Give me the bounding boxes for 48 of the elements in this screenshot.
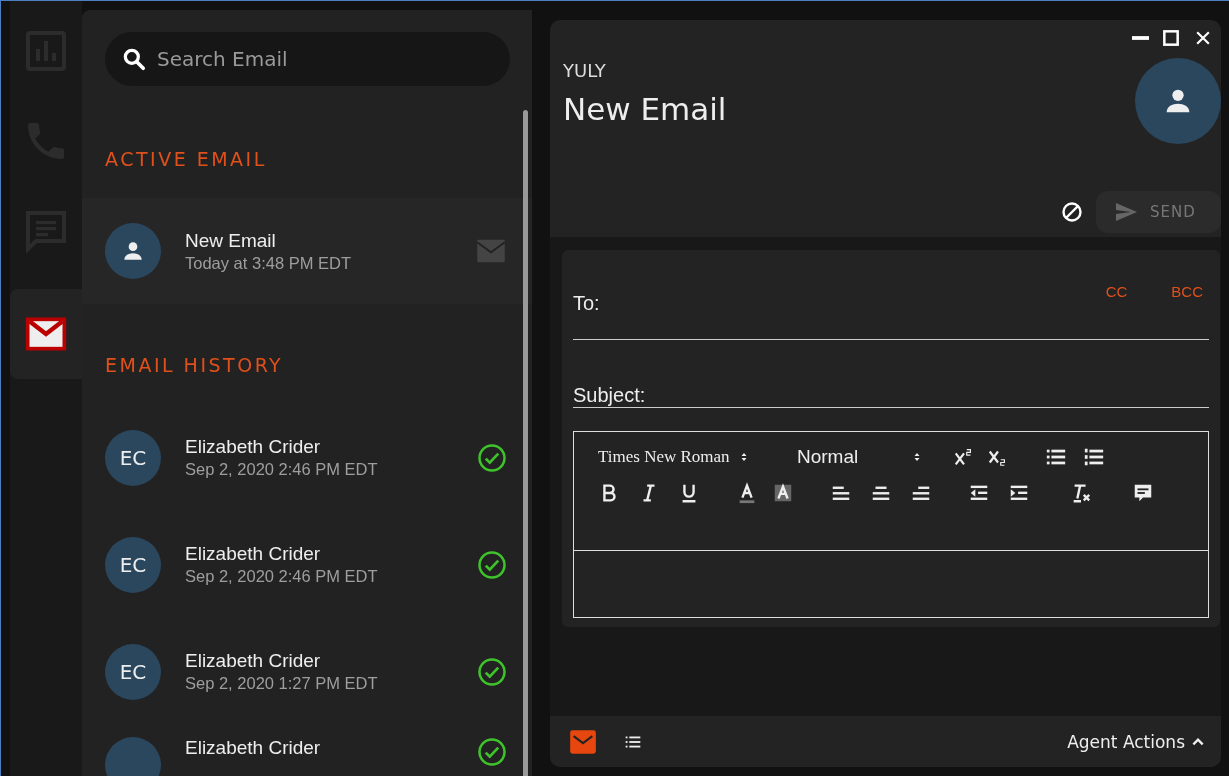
size-select[interactable]: Normal bbox=[797, 446, 953, 468]
numbered-list-button[interactable] bbox=[1083, 446, 1105, 468]
highlight-icon bbox=[772, 482, 794, 504]
agent-actions-button[interactable]: Agent Actions bbox=[1067, 731, 1205, 752]
email-time: Sep 2, 2020 2:46 PM EDT bbox=[185, 460, 379, 479]
scrollbar[interactable] bbox=[523, 110, 528, 776]
history-item[interactable]: Elizabeth Crider bbox=[82, 725, 532, 776]
envelope-icon bbox=[568, 727, 598, 756]
email-title: New Email bbox=[185, 229, 277, 252]
sender-name: Elizabeth Crider bbox=[185, 650, 322, 672]
email-time: Sep 2, 2020 2:46 PM EDT bbox=[185, 567, 379, 586]
search-field[interactable]: Search Email bbox=[105, 32, 510, 86]
minimize-icon bbox=[1132, 36, 1149, 40]
recipient-field[interactable]: To: CC BCC bbox=[573, 250, 1209, 340]
section-heading: EMAIL HISTORY bbox=[104, 354, 285, 376]
history-item[interactable]: EC Elizabeth Crider Sep 2, 2020 1:27 PM EDT bbox=[82, 618, 532, 725]
maximize-icon bbox=[1161, 28, 1181, 48]
sender-name: Elizabeth Crider bbox=[185, 543, 322, 565]
section-heading: ACTIVE EMAIL bbox=[104, 148, 268, 170]
email-nav-button[interactable] bbox=[10, 289, 82, 379]
email-channel-button[interactable] bbox=[568, 727, 598, 756]
highlight-button[interactable] bbox=[772, 482, 794, 504]
prohibited-icon bbox=[1060, 200, 1084, 224]
send-icon bbox=[1114, 200, 1138, 224]
initials-avatar: EC bbox=[105, 536, 161, 593]
email-time: Sep 2, 2020 1:27 PM EDT bbox=[185, 674, 379, 693]
history-item[interactable]: EC Elizabeth Crider Sep 2, 2020 2:46 PM EDT bbox=[82, 404, 532, 511]
compose-title: New Email bbox=[563, 91, 727, 127]
subject-label: Subject: bbox=[573, 384, 646, 407]
sender-name: Elizabeth Crider bbox=[185, 436, 322, 458]
subject-field[interactable]: Subject: bbox=[573, 340, 1209, 408]
maximize-button[interactable] bbox=[1161, 28, 1181, 48]
comment-button[interactable] bbox=[1132, 482, 1154, 504]
cc-button[interactable]: CC bbox=[1105, 283, 1128, 300]
numbered-list-icon bbox=[1083, 446, 1105, 468]
agent-name: YULY bbox=[563, 60, 606, 81]
sender-name: Elizabeth Crider bbox=[185, 737, 322, 759]
history-item[interactable]: EC Elizabeth Crider Sep 2, 2020 2:46 PM EDT bbox=[82, 511, 532, 618]
active-email-item[interactable]: New Email Today at 3:48 PM EDT bbox=[82, 198, 532, 304]
comment-icon bbox=[1132, 482, 1154, 504]
initials-avatar: EC bbox=[105, 643, 161, 700]
font-select[interactable]: Times New Roman bbox=[598, 447, 797, 467]
email-time: Today at 3:48 PM EDT bbox=[185, 253, 352, 273]
search-icon bbox=[121, 46, 147, 72]
bcc-button[interactable]: BCC bbox=[1171, 283, 1203, 300]
initials-avatar: EC bbox=[105, 429, 161, 486]
to-label: To: bbox=[573, 292, 601, 315]
discard-button[interactable] bbox=[1060, 200, 1084, 224]
